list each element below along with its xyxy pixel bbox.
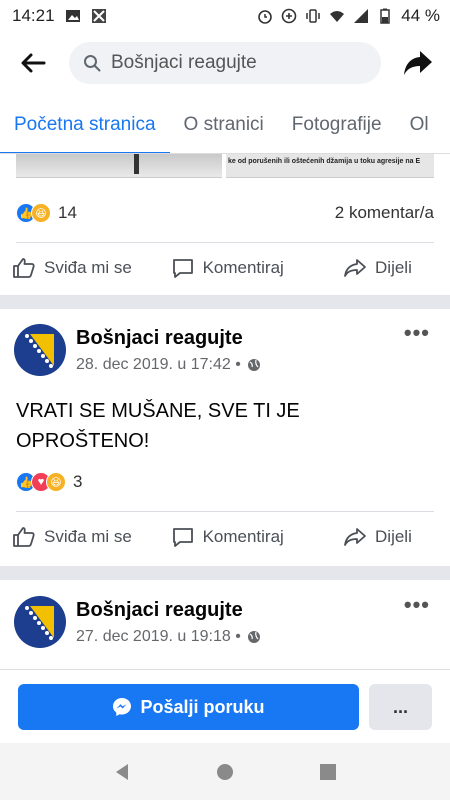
- post-header: Bošnjaci reagujte 27. dec 2019. u 19:18 …: [14, 590, 436, 654]
- post-date[interactable]: 27. dec 2019. u 19:18 •: [76, 628, 241, 646]
- post-options-button[interactable]: •••: [404, 320, 430, 346]
- search-icon: [83, 55, 101, 72]
- page-tabs: Početna stranica O stranici Fotografije …: [0, 96, 450, 154]
- share-label: Dijeli: [375, 527, 412, 546]
- messenger-icon: [113, 698, 132, 716]
- like-label: Sviđa mi se: [44, 258, 132, 277]
- tab-more[interactable]: Ol: [396, 96, 443, 153]
- post-date[interactable]: 28. dec 2019. u 17:42 •: [76, 356, 241, 374]
- divider: [16, 511, 434, 512]
- comment-label: Komentiraj: [202, 258, 284, 277]
- share-arrow-icon: [404, 51, 433, 75]
- tab-home[interactable]: Početna stranica: [0, 96, 170, 153]
- page-action-bar: Pošalji poruku ...: [0, 669, 450, 743]
- comment-count[interactable]: 2 komentar/a: [335, 203, 434, 223]
- avatar[interactable]: [14, 324, 66, 376]
- reactions-summary[interactable]: 👍 ♥ 😆 3: [16, 472, 82, 492]
- search-bar[interactable]: Bošnjaci reagujte: [68, 42, 381, 84]
- bosnian-flag-icon: [14, 324, 66, 376]
- battery-percent: 44 %: [401, 6, 440, 25]
- post-author[interactable]: Bošnjaci reagujte: [76, 599, 436, 622]
- like-button[interactable]: Sviđa mi se: [0, 245, 159, 291]
- thumbs-up-icon: [13, 258, 35, 278]
- tab-photos[interactable]: Fotografije: [278, 96, 396, 153]
- share-icon: [344, 259, 366, 277]
- previous-post-actions: Sviđa mi se Komentiraj Dijeli: [0, 245, 450, 291]
- comment-button[interactable]: Komentiraj: [159, 514, 327, 560]
- send-message-label: Pošalji poruku: [140, 696, 265, 717]
- like-button[interactable]: Sviđa mi se: [0, 514, 159, 560]
- battery-icon: [380, 8, 390, 24]
- reactions-summary[interactable]: 👍 😆 14: [16, 203, 77, 223]
- system-nav-bar: [0, 743, 450, 800]
- share-label: Dijeli: [375, 258, 412, 277]
- post-text: VRATI SE MUŠANE, SVE TI JE OPROŠTENO!: [16, 400, 300, 452]
- share-icon: [344, 528, 366, 546]
- comment-button[interactable]: Komentiraj: [159, 245, 327, 291]
- share-button[interactable]: Dijeli: [331, 514, 450, 560]
- signal-icon: [354, 9, 369, 23]
- globe-icon: [247, 358, 260, 371]
- data-saver-icon: [281, 8, 297, 24]
- previous-post-photos: ke od porušenih ili oštećenih džamija u …: [16, 154, 434, 184]
- haha-reaction-icon: 😆: [31, 203, 51, 223]
- wifi-icon: [330, 11, 345, 22]
- globe-icon: [247, 630, 260, 643]
- post-actions: Sviđa mi se Komentiraj Dijeli: [0, 514, 450, 560]
- tab-about[interactable]: O stranici: [170, 96, 278, 153]
- post-header: Bošnjaci reagujte 28. dec 2019. u 17:42 …: [14, 318, 436, 382]
- comment-icon: [172, 259, 193, 278]
- comment-label: Komentiraj: [202, 527, 284, 546]
- back-arrow-icon: [21, 53, 46, 73]
- feed-separator: [0, 295, 450, 309]
- back-nav-icon[interactable]: [112, 762, 132, 782]
- thumbs-up-icon: [13, 527, 35, 547]
- reaction-count: 14: [58, 203, 77, 222]
- feed-separator: [0, 566, 450, 580]
- send-message-button[interactable]: Pošalji poruku: [18, 684, 359, 730]
- home-nav-icon[interactable]: [215, 762, 235, 782]
- divider: [16, 242, 434, 243]
- alarm-icon: [258, 10, 273, 24]
- status-time: 14:21: [12, 6, 55, 25]
- post-reactions: 👍 ♥ 😆 3: [16, 467, 434, 497]
- recents-nav-icon[interactable]: [318, 762, 338, 782]
- search-value: Bošnjaci reagujte: [110, 52, 257, 73]
- top-bar: Bošnjaci reagujte: [0, 32, 450, 94]
- more-options-button[interactable]: ...: [369, 684, 432, 730]
- post-photo-caption[interactable]: ke od porušenih ili oštećenih džamija u …: [226, 154, 434, 178]
- back-button[interactable]: [10, 39, 57, 87]
- post-photo[interactable]: [16, 154, 222, 178]
- comment-icon: [172, 528, 193, 547]
- avatar[interactable]: [14, 596, 66, 648]
- gallery-icon: [65, 10, 80, 22]
- previous-post-reactions: 👍 😆 14 2 komentar/a: [16, 198, 434, 228]
- vibrate-icon: [306, 9, 320, 23]
- share-button[interactable]: Dijeli: [331, 245, 450, 291]
- app-notification-icon: [91, 9, 106, 23]
- post-author[interactable]: Bošnjaci reagujte: [76, 327, 436, 350]
- post-options-button[interactable]: •••: [404, 592, 430, 618]
- reaction-count: 3: [73, 472, 83, 491]
- haha-reaction-icon: 😆: [46, 472, 66, 492]
- bosnian-flag-icon: [14, 596, 66, 648]
- share-page-button[interactable]: [397, 41, 440, 85]
- like-label: Sviđa mi se: [44, 527, 132, 546]
- status-bar: 14:21 44 %: [0, 0, 450, 32]
